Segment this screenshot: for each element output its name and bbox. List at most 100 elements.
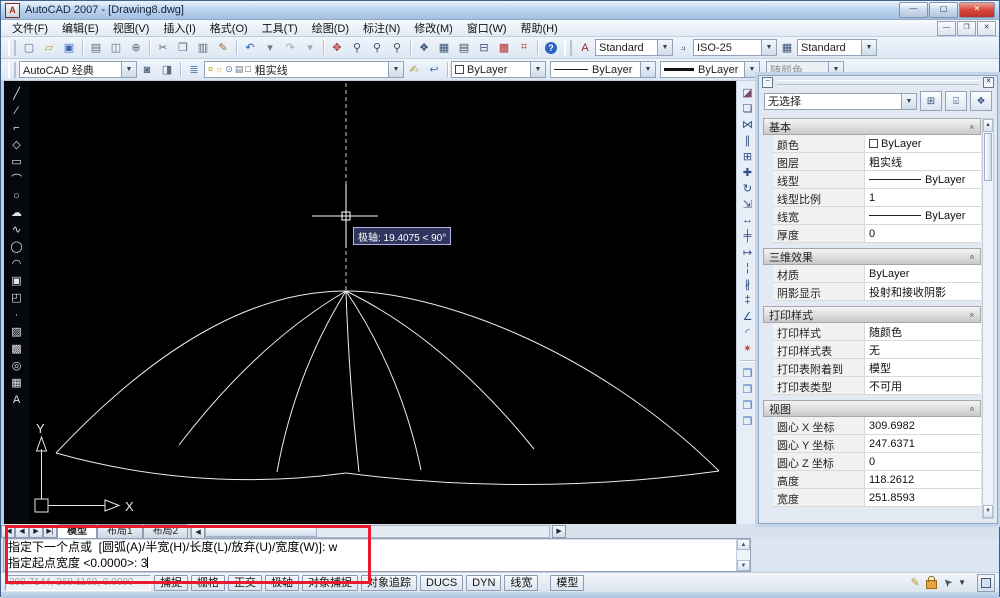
- table-style-combo[interactable]: Standard ▼: [797, 39, 877, 56]
- copy-clip-button[interactable]: ❐: [173, 38, 193, 57]
- ellipse-arc-button[interactable]: ◠: [7, 255, 26, 272]
- select-objects-button[interactable]: ⍃: [945, 91, 967, 111]
- cursor-arrow-icon[interactable]: ➤: [940, 575, 956, 591]
- make-object-layer-current-button[interactable]: ✍: [404, 60, 424, 79]
- properties-palette-button[interactable]: ❖: [414, 38, 434, 57]
- chevron-down-icon[interactable]: ▼: [761, 40, 776, 55]
- quickcalc-button[interactable]: ⌗: [514, 38, 534, 57]
- menu-item[interactable]: 绘图(D): [305, 19, 356, 37]
- command-scrollbar[interactable]: ▲ ▼: [736, 539, 750, 571]
- property-value[interactable]: 1: [865, 189, 981, 206]
- scroll-down-icon[interactable]: ▼: [983, 505, 993, 518]
- menu-item[interactable]: 格式(O): [203, 19, 255, 37]
- property-value[interactable]: 0: [865, 453, 981, 470]
- scroll-down-icon[interactable]: ▼: [737, 560, 750, 571]
- menu-item[interactable]: 窗口(W): [460, 19, 514, 37]
- property-value[interactable]: 0: [865, 225, 981, 242]
- chevron-down-icon[interactable]: ▼: [744, 62, 759, 77]
- clean-screen-button[interactable]: [977, 574, 995, 592]
- palette-grip[interactable]: [777, 80, 979, 85]
- collapse-chevron-icon[interactable]: «: [967, 124, 977, 129]
- menu-item[interactable]: 插入(I): [156, 19, 202, 37]
- property-value[interactable]: 粗实线: [865, 153, 981, 170]
- chamfer-button[interactable]: ∠: [738, 308, 757, 324]
- property-value[interactable]: 无: [865, 341, 981, 358]
- line-button[interactable]: ╱: [7, 85, 26, 102]
- collapse-chevron-icon[interactable]: «: [967, 254, 977, 259]
- property-value[interactable]: 投射和接收阴影: [865, 283, 981, 300]
- palette-section-header[interactable]: 视图«: [763, 400, 981, 417]
- extend-button[interactable]: ↦: [738, 244, 757, 260]
- workspace-settings-button[interactable]: ◙: [137, 60, 157, 79]
- workspace-save-button[interactable]: ◨: [157, 60, 177, 79]
- bring-above-objects-button[interactable]: ❒: [738, 397, 757, 413]
- stretch-button[interactable]: ↔: [738, 212, 757, 228]
- color-combo[interactable]: ByLayer ▼: [451, 61, 546, 78]
- match-properties-button[interactable]: ✎: [213, 38, 233, 57]
- toggle-DUCS[interactable]: DUCS: [420, 575, 463, 591]
- undo-button[interactable]: ↶: [240, 38, 260, 57]
- explode-button[interactable]: ✴: [738, 340, 757, 356]
- menu-item[interactable]: 编辑(E): [55, 19, 106, 37]
- menu-item[interactable]: 修改(M): [407, 19, 460, 37]
- pan-button[interactable]: ✥: [327, 38, 347, 57]
- palette-section-header[interactable]: 基本«: [763, 118, 981, 135]
- mdi-minimize-button[interactable]: —: [937, 21, 956, 36]
- send-to-back-button[interactable]: ❐: [738, 381, 757, 397]
- move-button[interactable]: ✚: [738, 164, 757, 180]
- selection-combo[interactable]: 无选择 ▼: [764, 93, 917, 110]
- break-button[interactable]: ∦: [738, 276, 757, 292]
- menu-item[interactable]: 帮助(H): [514, 19, 565, 37]
- toolbar-grip[interactable]: [8, 40, 16, 56]
- dim-style-combo[interactable]: ISO-25 ▼: [693, 39, 777, 56]
- revcloud-button[interactable]: ☁: [7, 204, 26, 221]
- mtext-button[interactable]: A: [7, 391, 26, 408]
- model-space-button[interactable]: 模型: [550, 575, 584, 591]
- copy-button[interactable]: ❏: [738, 100, 757, 116]
- palette-section-header[interactable]: 三维效果«: [763, 248, 981, 265]
- layer-previous-button[interactable]: ↩: [424, 60, 444, 79]
- mdi-restore-button[interactable]: ❐: [957, 21, 976, 36]
- close-button[interactable]: ✕: [959, 2, 995, 18]
- rectangle-button[interactable]: ▭: [7, 153, 26, 170]
- menu-item[interactable]: 文件(F): [5, 19, 55, 37]
- annotation-icon[interactable]: ✎: [911, 576, 920, 589]
- polygon-button[interactable]: ◇: [7, 136, 26, 153]
- paste-button[interactable]: ▥: [193, 38, 213, 57]
- scrollbar-thumb[interactable]: [984, 133, 992, 181]
- minimize-button[interactable]: —: [899, 2, 928, 18]
- menu-item[interactable]: 视图(V): [106, 19, 157, 37]
- dim-style-icon[interactable]: ⟓: [673, 38, 693, 57]
- lock-icon[interactable]: [926, 580, 937, 589]
- property-value[interactable]: 模型: [865, 359, 981, 376]
- point-button[interactable]: ·: [7, 306, 26, 323]
- help-button[interactable]: ?: [541, 38, 561, 57]
- tool-palettes-button[interactable]: ▤: [454, 38, 474, 57]
- publish-button[interactable]: ⊕: [126, 38, 146, 57]
- property-value[interactable]: 247.6371: [865, 435, 981, 452]
- property-value[interactable]: ByLayer: [865, 265, 981, 282]
- property-value[interactable]: 不可用: [865, 377, 981, 394]
- scale-button[interactable]: ⇲: [738, 196, 757, 212]
- make-block-button[interactable]: ◰: [7, 289, 26, 306]
- mdi-close-button[interactable]: ✕: [977, 21, 996, 36]
- undo-dropdown-button[interactable]: ▾: [260, 38, 280, 57]
- circle-button[interactable]: ○: [7, 187, 26, 204]
- menu-item[interactable]: 标注(N): [356, 19, 407, 37]
- toggle-pickadd-button[interactable]: ⊞: [920, 91, 942, 111]
- chevron-down-icon[interactable]: ▼: [657, 40, 672, 55]
- construction-line-button[interactable]: ∕: [7, 102, 26, 119]
- array-button[interactable]: ⊞: [738, 148, 757, 164]
- new-button[interactable]: ▢: [19, 38, 39, 57]
- rotate-button[interactable]: ↻: [738, 180, 757, 196]
- chevron-down-icon[interactable]: ▼: [121, 62, 136, 77]
- offset-button[interactable]: ∥: [738, 132, 757, 148]
- property-value[interactable]: 309.6982: [865, 417, 981, 434]
- text-style-combo[interactable]: Standard ▼: [595, 39, 673, 56]
- menu-item[interactable]: 工具(T): [255, 19, 305, 37]
- plot-button[interactable]: ▤: [86, 38, 106, 57]
- workspace-combo[interactable]: AutoCAD 经典 ▼: [19, 61, 137, 78]
- text-style-icon[interactable]: A: [575, 38, 595, 57]
- palette-close-button[interactable]: ✕: [983, 77, 994, 88]
- palette-scrollbar[interactable]: ▲ ▼: [982, 118, 994, 519]
